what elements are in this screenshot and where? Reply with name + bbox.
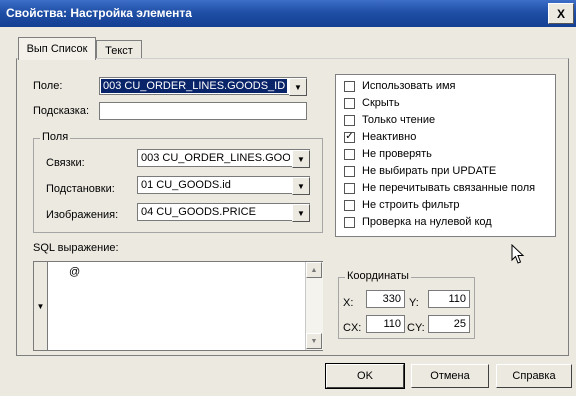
checkbox-no-check[interactable]: Не проверять <box>344 146 432 162</box>
images-select[interactable]: 04 CU_GOODS.PRICE ▼ <box>137 203 310 222</box>
sql-label: SQL выражение: <box>33 242 119 254</box>
checkbox-zero-code[interactable]: Проверка на нулевой код <box>344 214 492 230</box>
coords-group-legend: Координаты <box>345 270 411 282</box>
checkbox-box[interactable]: ✓ <box>344 131 355 143</box>
checkbox-box[interactable] <box>344 148 355 160</box>
checkbox-no-reread[interactable]: Не перечитывать связанные поля <box>344 180 535 196</box>
checkbox-hide[interactable]: Скрыть <box>344 95 400 111</box>
scroll-up-icon[interactable]: ▲ <box>306 262 322 278</box>
substitutions-select-value: 01 CU_GOODS.id <box>141 179 231 191</box>
chevron-down-icon[interactable]: ▼ <box>289 78 307 96</box>
field-select-value: 003 CU_ORDER_LINES.GOODS_ID <box>101 79 287 93</box>
field-select[interactable]: 003 CU_ORDER_LINES.GOODS_ID ▼ <box>99 77 307 96</box>
coord-cx-input[interactable]: 110 <box>366 315 405 333</box>
checkbox-label: Только чтение <box>362 114 436 126</box>
chevron-down-icon[interactable]: ▼ <box>292 150 310 168</box>
checkbox-box[interactable] <box>344 182 355 194</box>
checkbox-box[interactable] <box>344 97 355 109</box>
chevron-down-icon: ▼ <box>36 301 45 311</box>
sql-editor-value: @ <box>69 266 81 278</box>
checkbox-box[interactable] <box>344 80 355 92</box>
hint-input[interactable] <box>99 102 307 120</box>
checkbox-box[interactable] <box>344 216 355 228</box>
substitutions-select[interactable]: 01 CU_GOODS.id ▼ <box>137 176 310 195</box>
checkbox-label: Не перечитывать связанные поля <box>362 182 536 194</box>
checkbox-label: Не строить фильтр <box>362 199 460 211</box>
sql-editor[interactable]: @ <box>33 261 323 351</box>
tab-text[interactable]: Текст <box>96 40 142 60</box>
checkbox-label: Использовать имя <box>362 80 456 92</box>
coord-x-label: X: <box>343 297 354 309</box>
hint-label: Подсказка: <box>33 105 90 117</box>
checkbox-label: Скрыть <box>362 97 400 109</box>
checkbox-no-update[interactable]: Не выбирать при UPDATE <box>344 163 496 179</box>
mouse-pointer-icon <box>511 244 525 264</box>
scroll-down-icon[interactable]: ▼ <box>306 333 322 349</box>
checkbox-box[interactable] <box>344 199 355 211</box>
coord-cy-input[interactable]: 25 <box>428 315 470 333</box>
links-select-value: 003 CU_ORDER_LINES.GOODS_ID <box>141 152 290 164</box>
checkbox-no-filter[interactable]: Не строить фильтр <box>344 197 460 213</box>
window-title: Свойства: Настройка элемента <box>6 6 192 20</box>
images-label: Изображения: <box>46 209 119 221</box>
coord-y-input[interactable]: 110 <box>428 290 470 308</box>
coord-x-value: 330 <box>382 293 401 305</box>
title-bar[interactable]: Свойства: Настройка элемента X <box>0 0 576 27</box>
checkbox-label: Не выбирать при UPDATE <box>362 165 497 177</box>
coord-x-input[interactable]: 330 <box>366 290 405 308</box>
checkbox-readonly[interactable]: Только чтение <box>344 112 435 128</box>
sql-dropdown-button[interactable]: ▼ <box>33 261 48 351</box>
properties-dialog: Свойства: Настройка элемента X Вып Списо… <box>0 0 576 396</box>
coord-cx-label: CX: <box>343 322 362 334</box>
substitutions-label: Подстановки: <box>46 183 115 195</box>
ok-button-label: OK <box>357 370 373 382</box>
cancel-button[interactable]: Отмена <box>411 364 489 388</box>
checkbox-use-name[interactable]: Использовать имя <box>344 78 456 94</box>
images-select-value: 04 CU_GOODS.PRICE <box>141 206 256 218</box>
coord-cy-label: CY: <box>407 322 425 334</box>
chevron-down-icon[interactable]: ▼ <box>292 177 310 195</box>
fields-group-legend: Поля <box>40 131 71 143</box>
checkbox-label: Неактивно <box>362 131 417 143</box>
links-select[interactable]: 003 CU_ORDER_LINES.GOODS_ID ▼ <box>137 149 310 168</box>
coord-cx-value: 110 <box>383 318 401 330</box>
sql-scrollbar[interactable]: ▲ ▼ <box>305 262 323 350</box>
checkbox-label: Проверка на нулевой код <box>362 216 492 228</box>
tab-text-label: Текст <box>105 44 133 57</box>
coord-y-label: Y: <box>409 297 419 309</box>
cancel-button-label: Отмена <box>430 370 470 382</box>
tab-list-label: Вып Список <box>26 43 88 55</box>
checkbox-inactive[interactable]: ✓ Неактивно <box>344 129 416 145</box>
close-button[interactable]: X <box>548 3 574 24</box>
checkbox-label: Не проверять <box>362 148 432 160</box>
chevron-down-icon[interactable]: ▼ <box>292 204 310 222</box>
help-button[interactable]: Справка <box>496 364 572 388</box>
help-button-label: Справка <box>512 370 556 382</box>
close-icon: X <box>556 6 565 21</box>
checkmark-icon: ✓ <box>345 131 354 142</box>
coord-cy-value: 25 <box>453 318 466 330</box>
ok-button[interactable]: OK <box>325 363 405 389</box>
coord-y-value: 110 <box>448 293 466 305</box>
tab-list[interactable]: Вып Список <box>18 37 96 60</box>
checkbox-box[interactable] <box>344 165 355 177</box>
links-label: Связки: <box>46 157 85 169</box>
field-label: Поле: <box>33 80 63 92</box>
checkbox-box[interactable] <box>344 114 355 126</box>
